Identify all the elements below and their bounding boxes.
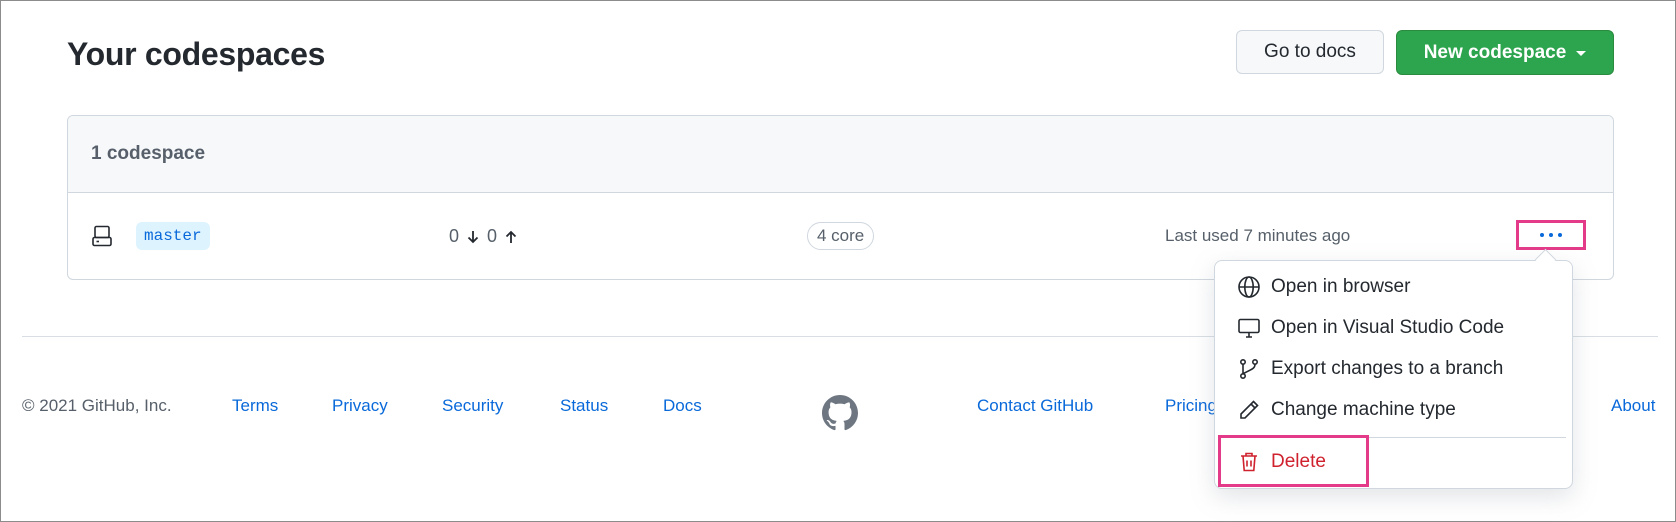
caret-down-icon (1576, 51, 1587, 56)
footer-link-docs[interactable]: Docs (663, 396, 702, 416)
page-title: Your codespaces (67, 36, 326, 72)
menu-item-export-branch[interactable]: Export changes to a branch (1237, 357, 1503, 381)
footer-link-security[interactable]: Security (442, 396, 503, 416)
globe-icon (1238, 276, 1260, 298)
menu-item-label: Change machine type (1271, 399, 1456, 420)
desktop-icon (1238, 318, 1260, 338)
machine-type-badge: 4 core (807, 222, 875, 250)
menu-item-change-machine[interactable]: Change machine type (1237, 398, 1456, 422)
footer-link-terms[interactable]: Terms (232, 396, 278, 416)
go-to-docs-button[interactable]: Go to docs (1236, 30, 1384, 74)
codespace-actions-menu: Open in browser Open in Visual Studio Co… (1214, 260, 1573, 489)
more-options-button[interactable] (1516, 220, 1586, 250)
footer-copyright: © 2021 GitHub, Inc. (22, 396, 172, 415)
codespaces-list: 1 codespace master 0 0 4 core Last used … (67, 115, 1614, 280)
menu-item-label: Open in browser (1271, 276, 1411, 297)
github-logo-icon[interactable] (822, 395, 858, 431)
arrow-down-icon (467, 230, 479, 243)
arrow-up-icon (505, 230, 517, 243)
pencil-icon (1240, 400, 1259, 419)
menu-item-open-vscode[interactable]: Open in Visual Studio Code (1237, 316, 1504, 340)
sync-status: 0 0 (449, 226, 519, 247)
delete-highlight (1218, 435, 1369, 487)
server-icon (92, 225, 112, 247)
codespaces-count: 1 codespace (68, 116, 1613, 193)
footer-link-status[interactable]: Status (560, 396, 608, 416)
footer-link-contact[interactable]: Contact GitHub (977, 396, 1093, 416)
footer-link-privacy[interactable]: Privacy (332, 396, 388, 416)
footer-link-pricing[interactable]: Pricing (1165, 396, 1217, 416)
kebab-dot (1540, 233, 1544, 237)
branch-badge: master (136, 222, 210, 250)
kebab-dot (1558, 233, 1562, 237)
menu-item-open-browser[interactable]: Open in browser (1237, 275, 1410, 299)
kebab-dot (1549, 233, 1553, 237)
footer-link-about[interactable]: About (1611, 396, 1655, 416)
behind-count: 0 (449, 226, 460, 246)
menu-item-label: Export changes to a branch (1271, 358, 1504, 379)
new-codespace-label: New codespace (1423, 41, 1567, 63)
ahead-count: 0 (487, 226, 498, 246)
new-codespace-button[interactable]: New codespace (1396, 30, 1614, 75)
menu-item-label: Open in Visual Studio Code (1271, 317, 1505, 338)
git-branch-icon (1239, 358, 1259, 379)
last-used-text: Last used 7 minutes ago (1165, 226, 1351, 245)
